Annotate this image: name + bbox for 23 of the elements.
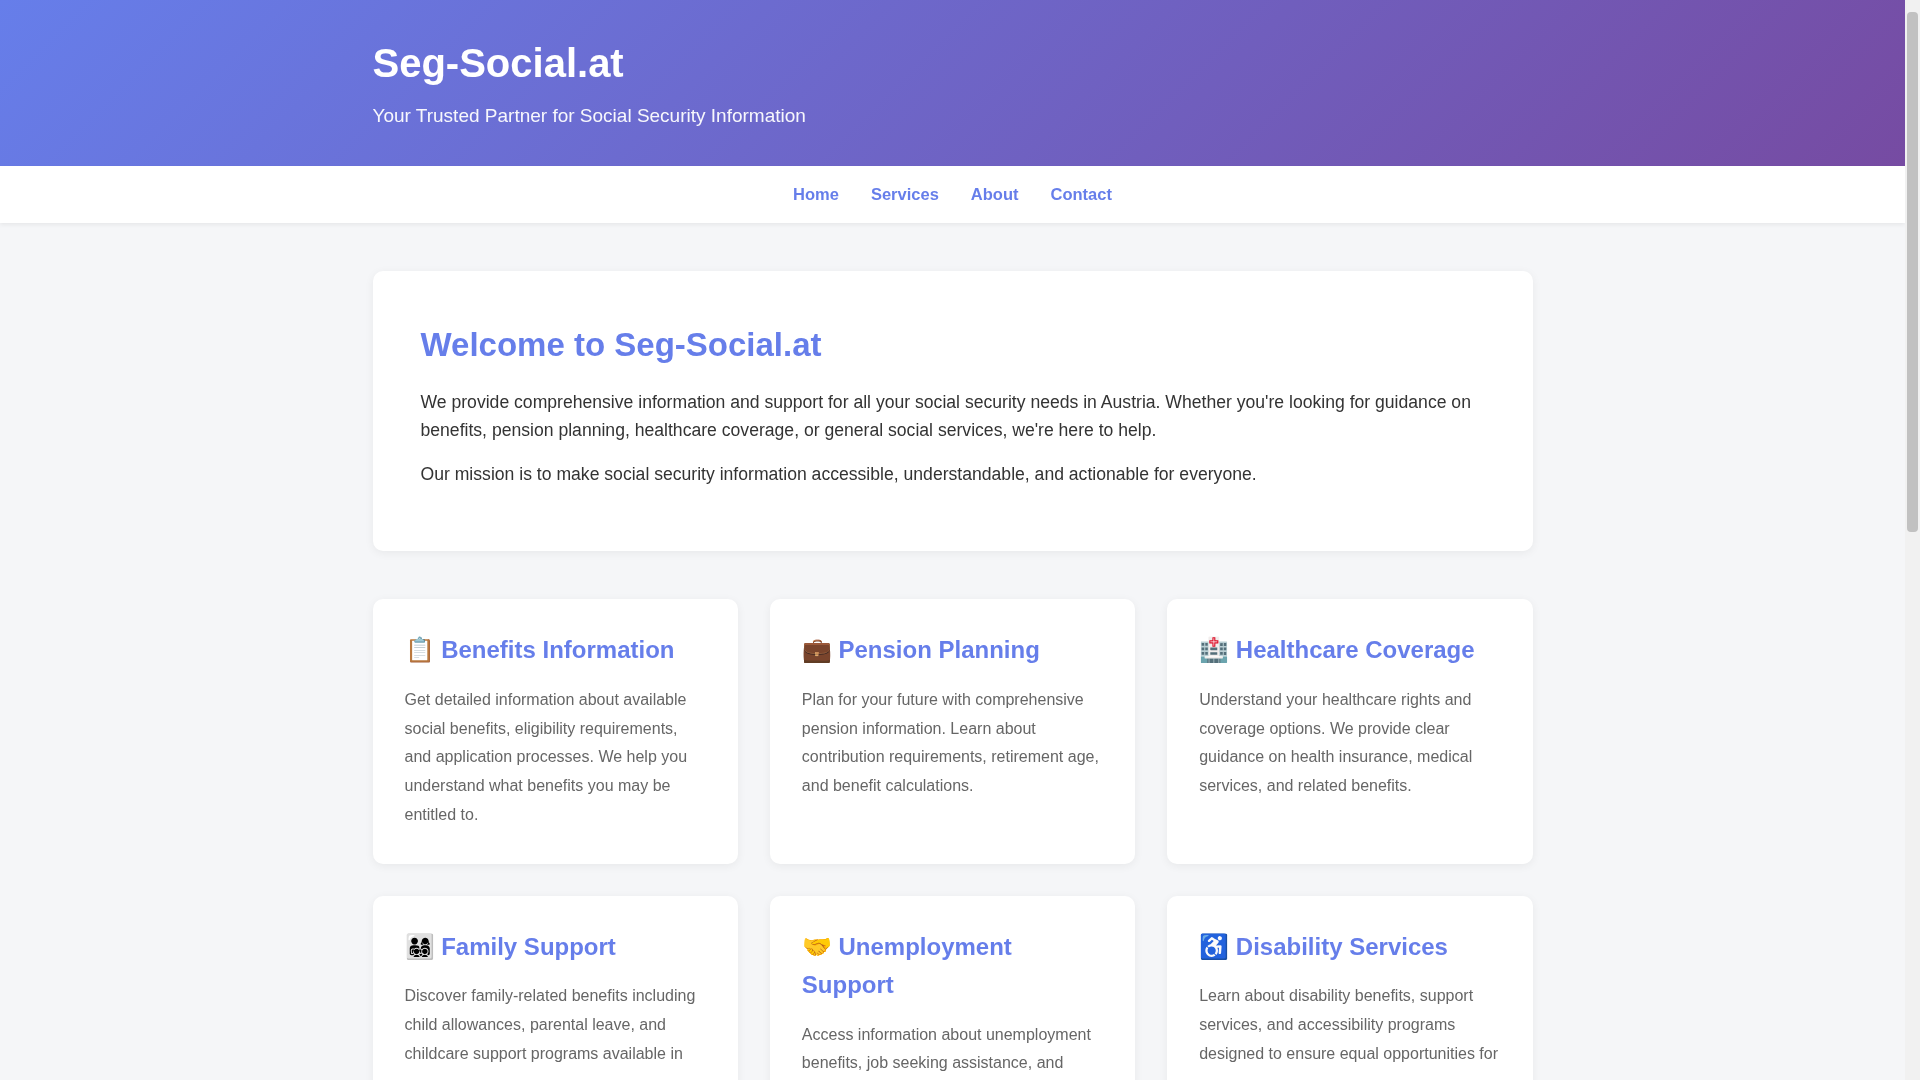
nav-link[interactable]: Home (793, 185, 839, 204)
service-description: Learn about disability benefits, support services, and accessibility programs designed to ensure equal opportunities for (1199, 986, 1500, 1064)
service-title: 👨‍👩‍👧‍👦 Family Support (404, 931, 617, 962)
nav-link[interactable]: About (970, 185, 1019, 204)
scrollbar[interactable] (1905, 0, 1920, 1080)
tagline: Your Trusted Partner for Social Security Information (372, 105, 807, 127)
service-title: 💼 Pension Planning (801, 635, 1041, 666)
service-title: ♿ Disability Services (1199, 931, 1449, 962)
service-title: 🤝 Unemployment Support (801, 931, 1013, 1001)
welcome-paragraph: Our mission is to make social security information accessible, understandable, and actionable for everyone. (420, 463, 1258, 487)
service-description: Discover family-related benefits including child allowances, parental leave, and childcare support programs available in (404, 986, 697, 1064)
service-description: Plan for your future with comprehensive pension information. Learn about contribution requirements, retirement age, and benefit calculations. (801, 689, 1100, 797)
site-title: Seg-Social.at (372, 40, 625, 87)
service-description: Get detailed information about available social benefits, eligibility requirements, and application processes. We help you understand what benefits you may be entitled to. (404, 689, 689, 825)
nav-link[interactable]: Contact (1050, 185, 1112, 204)
scrollbar-thumb[interactable] (1907, 12, 1918, 532)
welcome-paragraph: We provide comprehensive information and support for all your social security needs in Austria. Whether you're looking for guidance on benefits, pension planning, healthcare coverage, or general social services, we're here to help. (420, 391, 1472, 443)
service-title: 📋 Benefits Information (404, 635, 676, 666)
nav-link[interactable]: Services (870, 185, 939, 204)
service-description: Understand your healthcare rights and coverage options. We provide clear guidance on health insurance, medical services, and related benefits. (1199, 689, 1474, 797)
service-description: Access information about unemployment benefits, job seeking assistance, and (801, 1024, 1092, 1074)
service-title: 🏥 Healthcare Coverage (1199, 635, 1476, 666)
welcome-heading: Welcome to Seg-Social.at (420, 326, 823, 364)
